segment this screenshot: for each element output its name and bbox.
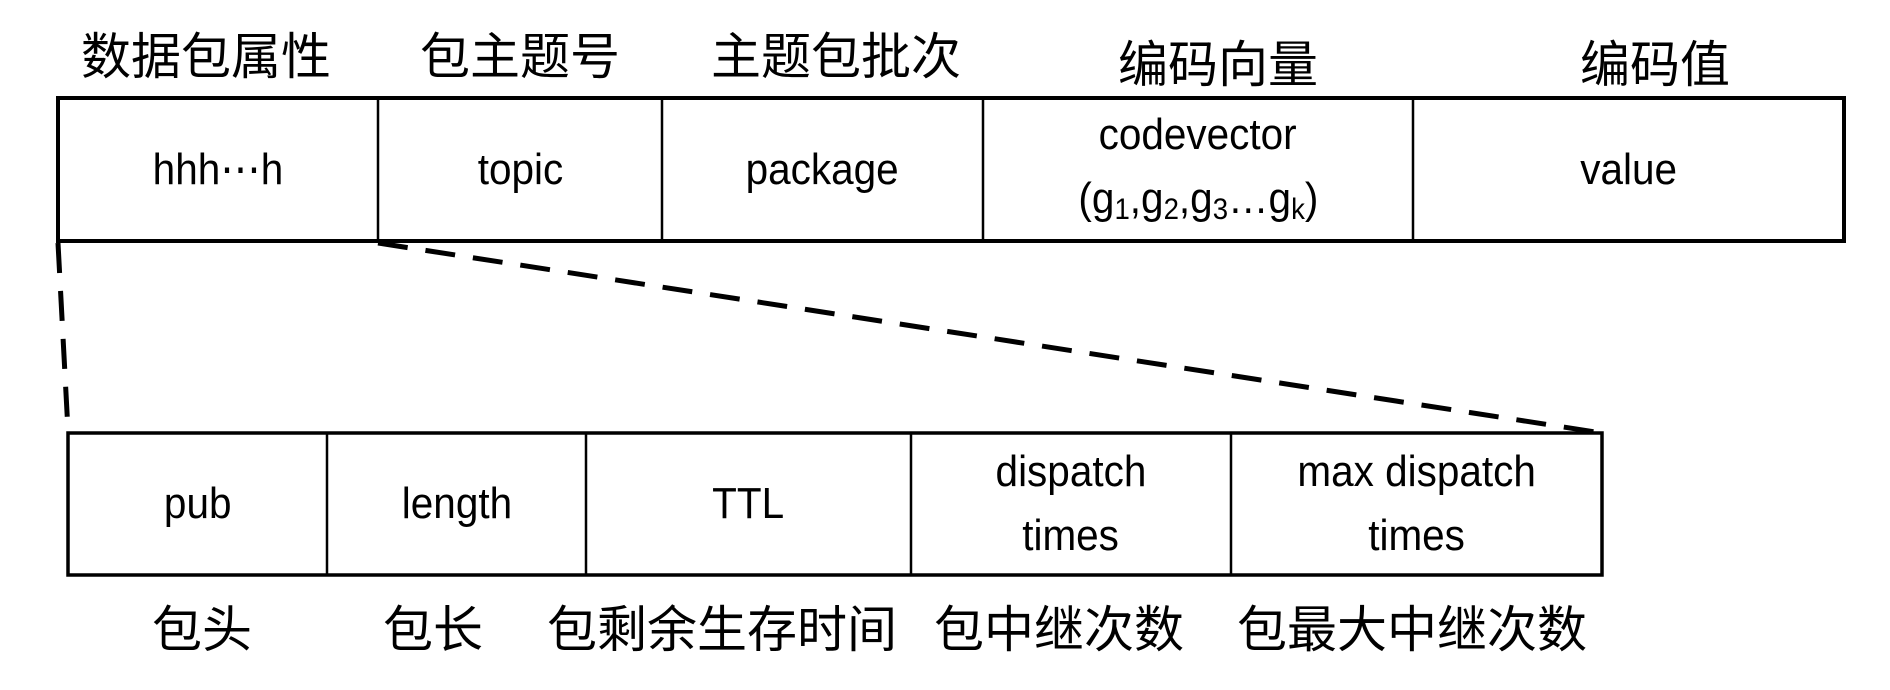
top-label-code-vector: 编码向量 <box>1118 36 1318 94</box>
top-label-packet-attribute: 数据包属性 <box>81 28 331 86</box>
expansion-dashed-line-right <box>377 240 1603 436</box>
cell-text-line2: times <box>1022 511 1120 560</box>
cell-codevector: codevector (g1,g2,g3…gk) <box>983 98 1413 241</box>
cell-text: length <box>401 479 512 528</box>
cell-text: pub <box>163 479 232 528</box>
bottom-label-packet-head: 包头 <box>152 601 252 659</box>
expansion-dashed-line-left <box>55 242 71 432</box>
cell-dispatch-times: dispatch times <box>911 433 1231 575</box>
cell-package: package <box>662 98 983 241</box>
top-label-package-batch: 主题包批次 <box>711 28 961 86</box>
cell-text: value <box>1580 144 1677 194</box>
cell-max-dispatch-times: max dispatch times <box>1231 433 1602 575</box>
cell-text: topic <box>477 144 563 194</box>
cell-text: package <box>745 144 900 194</box>
cell-text: hhh⋯h <box>152 144 284 194</box>
cell-text-line1: max dispatch <box>1297 447 1536 496</box>
cell-topic: topic <box>378 98 662 241</box>
bottom-label-packet-length: 包长 <box>383 601 483 659</box>
cell-text-line1: dispatch <box>995 447 1147 496</box>
cell-text: codevector <box>1098 110 1297 159</box>
cell-value: value <box>1413 98 1844 241</box>
codevector-formula: (g1,g2,g3…gk) <box>1078 174 1318 226</box>
cell-header-bits: hhh⋯h <box>58 98 378 241</box>
bottom-label-ttl: 包剩余生存时间 <box>547 601 897 659</box>
cell-text: TTL <box>712 479 785 528</box>
top-label-code-value: 编码值 <box>1580 36 1730 94</box>
top-label-topic-id: 包主题号 <box>420 28 620 86</box>
bottom-label-max-dispatch-times: 包最大中继次数 <box>1237 601 1587 659</box>
cell-length: length <box>327 433 586 575</box>
bottom-label-dispatch-times: 包中继次数 <box>934 601 1184 659</box>
cell-text-line2: times <box>1368 511 1465 560</box>
packet-structure-diagram: 数据包属性 包主题号 主题包批次 编码向量 编码值 hhh⋯h topic pa… <box>0 0 1890 690</box>
cell-pub: pub <box>68 433 327 575</box>
cell-ttl: TTL <box>586 433 911 575</box>
